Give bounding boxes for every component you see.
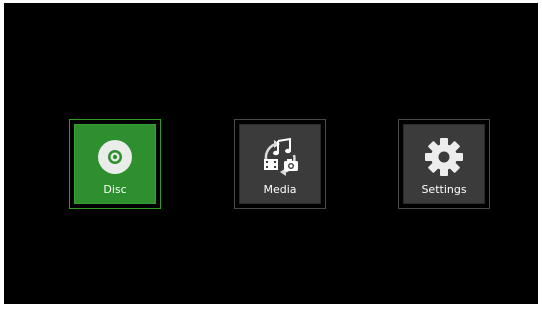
media-tile-body[interactable]: Media bbox=[239, 124, 321, 204]
settings-tile-body[interactable]: Settings bbox=[403, 124, 485, 204]
media-label: Media bbox=[263, 183, 297, 196]
disc-label: Disc bbox=[103, 183, 127, 196]
gear-icon bbox=[425, 138, 463, 176]
disc-icon bbox=[98, 140, 132, 174]
media-icon bbox=[264, 137, 298, 176]
home-screen: Disc Media Settings bbox=[4, 3, 538, 304]
disc-tile[interactable]: Disc bbox=[69, 119, 161, 209]
settings-tile[interactable]: Settings bbox=[398, 119, 490, 209]
settings-label: Settings bbox=[421, 183, 467, 196]
disc-tile-body[interactable]: Disc bbox=[74, 124, 156, 204]
media-tile[interactable]: Media bbox=[234, 119, 326, 209]
app-frame: Disc Media Settings bbox=[0, 0, 542, 309]
